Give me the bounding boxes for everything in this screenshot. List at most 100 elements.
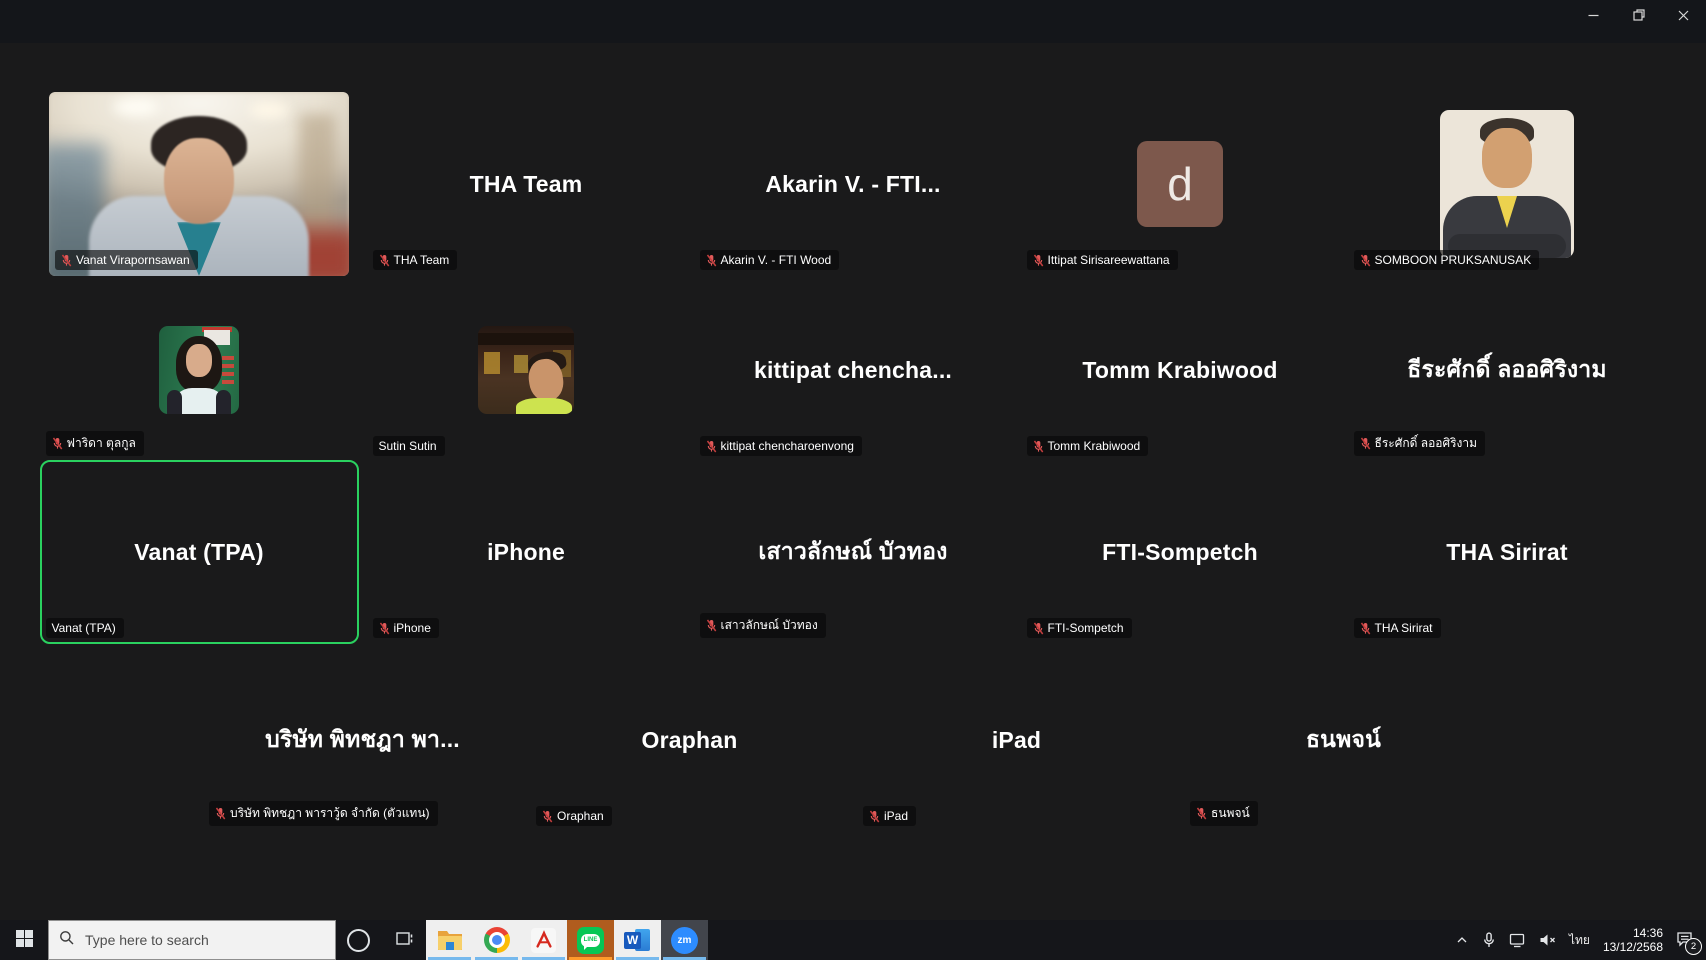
participant-name-text: THA Sirirat — [1375, 621, 1433, 635]
clock-date: 13/12/2568 — [1603, 940, 1663, 954]
participant-tile[interactable]: OraphanOraphan — [530, 648, 849, 832]
muted-mic-icon — [706, 619, 717, 632]
search-input[interactable] — [83, 931, 325, 949]
participant-name-text: Tomm Krabiwood — [1048, 439, 1141, 453]
participant-name-text: บริษัท พิทชฎา พาราวู้ด จำกัด (ตัวแทน) — [230, 804, 430, 823]
participant-name-label: Vanat (TPA) — [46, 618, 124, 638]
participant-display-name: kittipat chencha... — [694, 278, 1013, 462]
microphone-tray-button[interactable] — [1482, 932, 1496, 948]
participant-tile[interactable]: Akarin V. - FTI...Akarin V. - FTI Wood — [694, 92, 1013, 276]
participant-name-text: Oraphan — [557, 809, 604, 823]
window-titlebar — [0, 0, 1706, 43]
chrome-icon — [484, 927, 510, 953]
participant-tile[interactable]: บริษัท พิทชฎา พา...บริษัท พิทชฎา พาราวู้… — [203, 648, 522, 832]
search-icon — [59, 930, 75, 951]
volume-muted-tray-button[interactable] — [1539, 933, 1556, 947]
participant-name-text: iPad — [884, 809, 908, 823]
participant-row: Vanat VirapornsawanTHA TeamTHA TeamAkari… — [0, 92, 1706, 276]
participant-name-text: kittipat chencharoenvong — [721, 439, 854, 453]
participant-name-text: THA Team — [394, 253, 450, 267]
participant-tile[interactable]: Vanat Virapornsawan — [40, 92, 359, 276]
word-icon: W — [624, 927, 651, 954]
participant-name-text: เสาวลักษณ์ บัวทอง — [721, 616, 818, 635]
participant-video: Vanat Virapornsawan — [49, 92, 349, 276]
participant-display-name: iPhone — [367, 460, 686, 644]
participant-tile[interactable]: THA SiriratTHA Sirirat — [1348, 460, 1667, 644]
muted-mic-icon — [1033, 254, 1044, 267]
muted-mic-icon — [52, 437, 63, 450]
minimize-icon — [1588, 9, 1599, 24]
participant-name-label: ธนพจน์ — [1190, 801, 1258, 826]
muted-mic-icon — [542, 810, 553, 823]
minimize-button[interactable] — [1571, 0, 1616, 32]
acrobat-taskbar-button[interactable] — [520, 920, 567, 960]
close-icon — [1678, 9, 1689, 24]
muted-mic-icon — [706, 254, 717, 267]
zoom-taskbar-button[interactable]: zm — [661, 920, 708, 960]
acrobat-icon — [531, 928, 556, 953]
chevron-up-tray-button[interactable] — [1455, 933, 1469, 947]
chrome-taskbar-button[interactable] — [473, 920, 520, 960]
language-indicator[interactable]: ไทย — [1569, 931, 1590, 950]
participant-name-text: Ittipat Sirisareewattana — [1048, 253, 1170, 267]
windows-taskbar: LINE Wzm ไทย 14:36 13/12/2568 2 — [0, 920, 1706, 960]
participant-tile[interactable]: ธนพจน์ธนพจน์ — [1184, 648, 1503, 832]
participant-tile[interactable]: THA TeamTHA Team — [367, 92, 686, 276]
muted-mic-icon — [379, 622, 390, 635]
participant-name-label: บริษัท พิทชฎา พาราวู้ด จำกัด (ตัวแทน) — [209, 801, 438, 826]
participant-tile-active-speaker[interactable]: Vanat (TPA)Vanat (TPA) — [40, 460, 359, 644]
participant-name-text: Vanat Virapornsawan — [76, 253, 190, 267]
participant-name-label: THA Sirirat — [1354, 618, 1441, 638]
participant-name-label: Tomm Krabiwood — [1027, 436, 1149, 456]
chevron-up-icon — [1455, 933, 1469, 947]
participant-name-label: Oraphan — [536, 806, 612, 826]
word-taskbar-button[interactable]: W — [614, 920, 661, 960]
cortana-button[interactable] — [336, 920, 381, 960]
participant-name-text: Vanat (TPA) — [52, 621, 116, 635]
volume-muted-icon — [1539, 933, 1556, 947]
restore-button[interactable] — [1616, 0, 1661, 32]
participant-name-label: iPad — [863, 806, 916, 826]
line-taskbar-button[interactable]: LINE — [567, 920, 614, 960]
participant-name-text: iPhone — [394, 621, 431, 635]
participant-tile[interactable]: เสาวลักษณ์ บัวทองเสาวลักษณ์ บัวทอง — [694, 460, 1013, 644]
participant-name-label: THA Team — [373, 250, 458, 270]
network-icon — [1509, 933, 1526, 948]
taskbar-search[interactable] — [48, 920, 336, 960]
taskbar-apps: LINE Wzm — [426, 920, 708, 960]
participant-tile[interactable]: ธีระศักดิ์ ลออศิริงามธีระศักดิ์ ลออศิริง… — [1348, 278, 1667, 462]
participant-name-label: Akarin V. - FTI Wood — [700, 250, 840, 270]
participant-tile[interactable]: iPhoneiPhone — [367, 460, 686, 644]
participant-tile[interactable]: iPadiPad — [857, 648, 1176, 832]
start-button[interactable] — [0, 920, 48, 960]
participant-grid: Vanat VirapornsawanTHA TeamTHA TeamAkari… — [0, 43, 1706, 920]
participant-tile[interactable]: Sutin Sutin — [367, 278, 686, 462]
participant-display-name: Oraphan — [530, 648, 849, 832]
participant-avatar-photo — [1440, 110, 1574, 258]
muted-mic-icon — [1033, 622, 1044, 635]
participant-tile[interactable]: FTI-SompetchFTI-Sompetch — [1021, 460, 1340, 644]
participant-name-label: SOMBOON PRUKSANUSAK — [1354, 250, 1540, 270]
participant-display-name: Akarin V. - FTI... — [694, 92, 1013, 276]
participant-display-name: iPad — [857, 648, 1176, 832]
muted-mic-icon — [1196, 807, 1207, 820]
participant-tile[interactable]: SOMBOON PRUKSANUSAK — [1348, 92, 1667, 276]
task-view-button[interactable] — [381, 920, 426, 960]
participant-name-text: ธีระศักดิ์ ลออศิริงาม — [1375, 434, 1478, 453]
network-tray-button[interactable] — [1509, 933, 1526, 948]
restore-icon — [1633, 9, 1645, 24]
muted-mic-icon — [1360, 254, 1371, 267]
participant-tile[interactable]: kittipat chencha...kittipat chencharoenv… — [694, 278, 1013, 462]
participant-tile[interactable]: ฟาริดา ตุลกูล — [40, 278, 359, 462]
participant-tile[interactable]: Tomm KrabiwoodTomm Krabiwood — [1021, 278, 1340, 462]
participant-display-name: FTI-Sompetch — [1021, 460, 1340, 644]
file-explorer-taskbar-button[interactable] — [426, 920, 473, 960]
taskbar-clock[interactable]: 14:36 13/12/2568 — [1603, 926, 1663, 954]
participant-name-text: SOMBOON PRUKSANUSAK — [1375, 253, 1532, 267]
participant-tile[interactable]: dIttipat Sirisareewattana — [1021, 92, 1340, 276]
close-button[interactable] — [1661, 0, 1706, 32]
notification-center-button[interactable]: 2 — [1676, 931, 1694, 950]
video-feed-image — [49, 92, 349, 276]
microphone-icon — [1482, 932, 1496, 948]
muted-mic-icon — [1360, 622, 1371, 635]
